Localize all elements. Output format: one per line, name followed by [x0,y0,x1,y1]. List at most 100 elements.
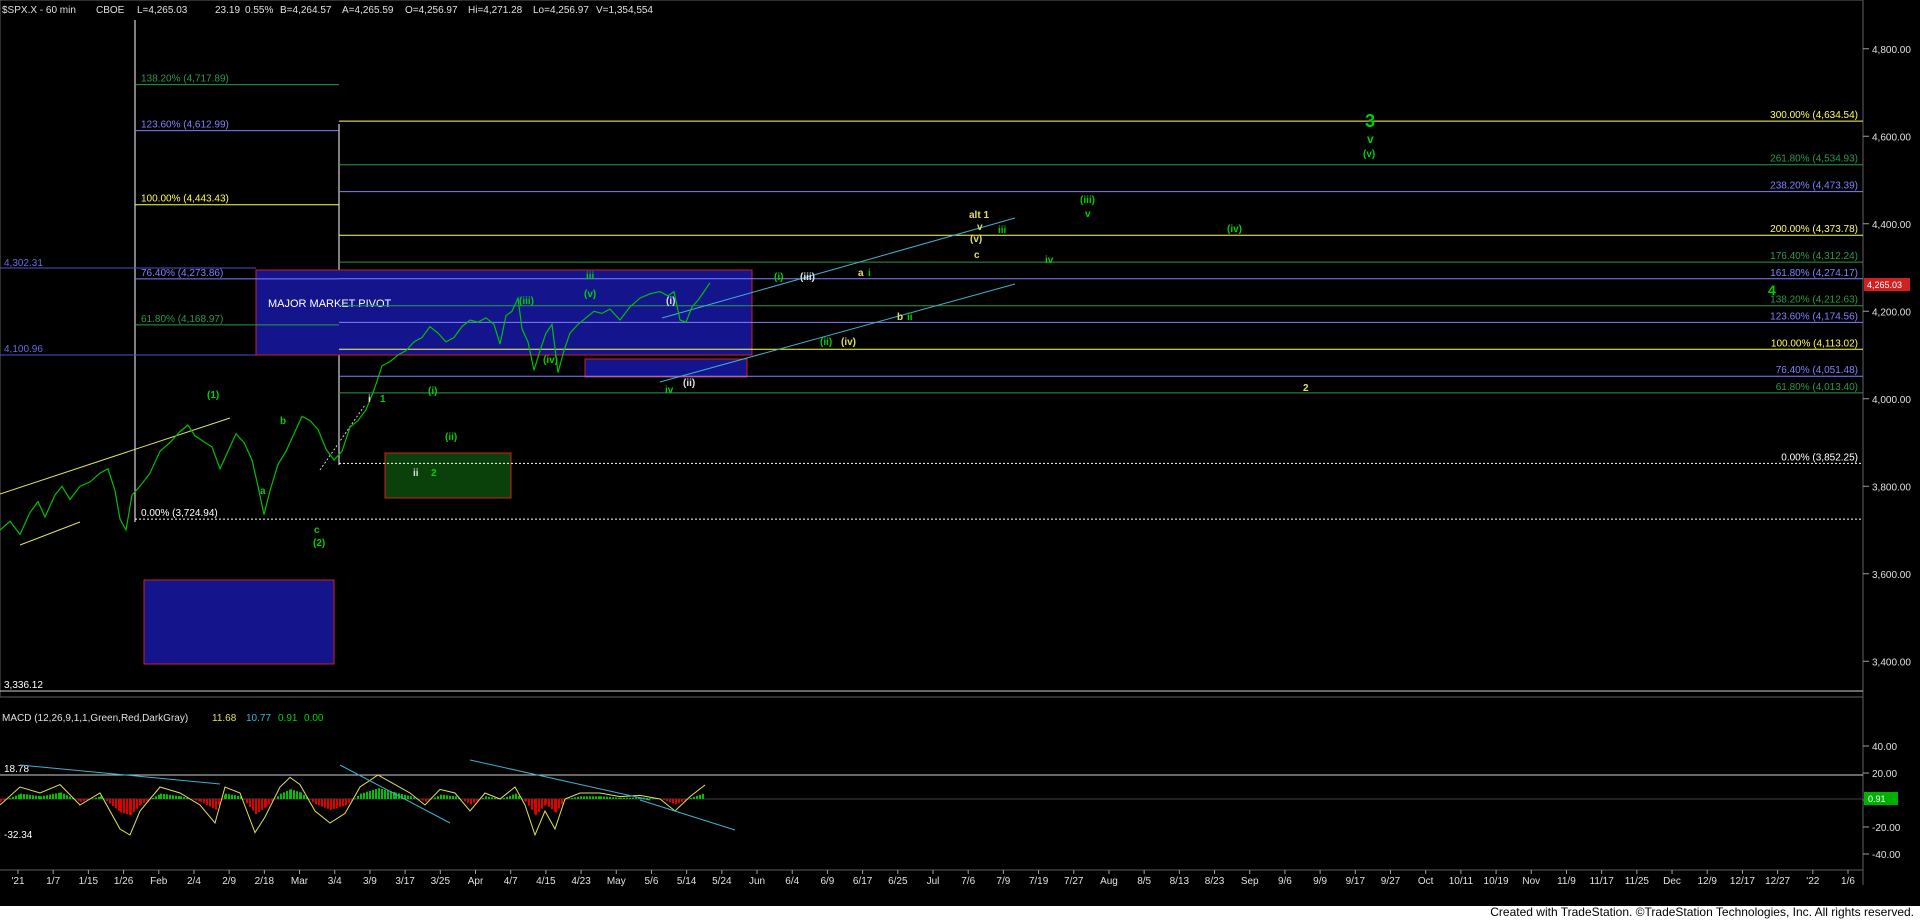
wave-label: iv [1045,255,1054,266]
macd-bar [363,792,365,799]
blue-box-low [143,579,335,665]
x-tick-label: 4/23 [571,876,591,887]
wave-label: v [1085,209,1091,220]
macd-bar [357,795,359,799]
macd-bar [163,794,165,799]
x-tick-label: 5/6 [645,876,659,887]
wave-label: i [368,394,371,405]
macd-bar [690,797,692,799]
x-tick-label: 6/25 [888,876,908,887]
macd-bar [548,799,550,807]
wave-label: v [977,222,983,233]
x-tick-label: May [607,876,626,887]
macd-bar [133,799,135,812]
support-box-green [384,452,512,499]
macd-bar [225,793,227,799]
macd-bar [354,798,356,799]
macd-bar [348,799,350,804]
wave-label: alt 1 [969,210,989,221]
macd-bar [503,797,505,799]
macd-bar [395,792,397,799]
macd-bar [515,793,517,799]
x-axis: '21 1/7 1/15 1/26 Feb 2/4 2/9 2/18 Mar 3/4 3/9 3/17… [11,870,1855,887]
macd-bar [255,799,257,815]
header-bid: B=4,264.57 [280,5,332,16]
macd-bar [407,795,409,799]
x-tick-label: 7/9 [996,876,1010,887]
macd-bar [166,794,168,799]
footer-credit: Created with TradeStation. ©TradeStation… [1490,905,1914,919]
macd-bar [467,799,469,803]
macd-bar [290,789,292,799]
macd-title: MACD (12,26,9,1,1,Green,Red,DarkGray) [2,713,188,724]
macd-bar [531,799,533,810]
macd-bar [425,799,427,802]
macd-bar [437,796,439,799]
macd-bar [387,790,389,799]
major-market-pivot-box [255,269,753,356]
chart[interactable]: $SPX.X - 60 min CBOE L=4,265.03 23.19 0.… [0,0,1920,906]
macd-bar [360,793,362,799]
macd-bar [206,799,208,805]
macd-bar [215,799,217,810]
macd-bar [485,796,487,799]
macd-bar [384,789,386,799]
macd-bar [443,795,445,799]
macd-bar [123,799,125,814]
trendline-left-upper [0,417,231,495]
macd-bar [180,796,182,799]
macd-bar [449,795,451,799]
wave-label: (iii) [1080,195,1095,206]
macd-bar [629,797,631,799]
macd-bar [595,796,597,799]
macd-bar [672,799,674,804]
x-tick-label: 2/18 [255,876,275,887]
y-tick-label: 4,400.00 [1872,220,1911,231]
wave-label: (ii) [445,432,457,443]
macd-bar [29,794,31,799]
macd-bar [652,798,654,799]
macd-bar [195,799,197,801]
macd-bar [40,796,42,799]
fib-label-left: 0.00% (3,724.94) [141,508,218,519]
macd-bar [589,796,591,799]
x-tick-label: Aug [1100,876,1118,887]
macd-bar [598,796,600,799]
macd-bar [283,792,285,799]
macd-bar [434,797,436,799]
macd-bar [63,793,65,799]
x-tick-label: 7/6 [961,876,975,887]
macd-bar [83,799,85,801]
macd-bar [381,788,383,799]
macd-bar [146,799,148,802]
x-tick-label: 3/25 [431,876,451,887]
macd-bar [277,796,279,799]
macd-bar [258,799,260,813]
macd-bar [126,799,128,815]
wave-label: iii [586,271,595,282]
macd-bar [280,793,282,799]
macd-bar [249,799,251,807]
x-tick-label: 1/26 [114,876,134,887]
x-tick-label: '21 [11,876,24,887]
macd-bar [446,795,448,799]
macd-bar [609,797,611,799]
fib-label: 76.40% (4,051.48) [1776,365,1858,376]
macd-bar [58,792,60,799]
x-tick-label: 10/11 [1449,876,1474,887]
macd-bar [324,799,326,808]
macd-bar [136,799,138,809]
macd-bar [696,795,698,799]
macd-bar [52,794,54,799]
macd-bar [192,799,194,800]
x-tick-label: 4/15 [536,876,556,887]
y-tick-label: 4,800.00 [1872,45,1911,56]
macd-bar [558,799,560,809]
macd-bar [49,794,51,799]
macd-bar [378,788,380,799]
wave-label: (i) [774,272,783,283]
x-tick-label: 9/17 [1346,876,1366,887]
macd-bar [568,798,570,799]
macd-bar [252,799,254,811]
macd-bar [120,799,122,813]
